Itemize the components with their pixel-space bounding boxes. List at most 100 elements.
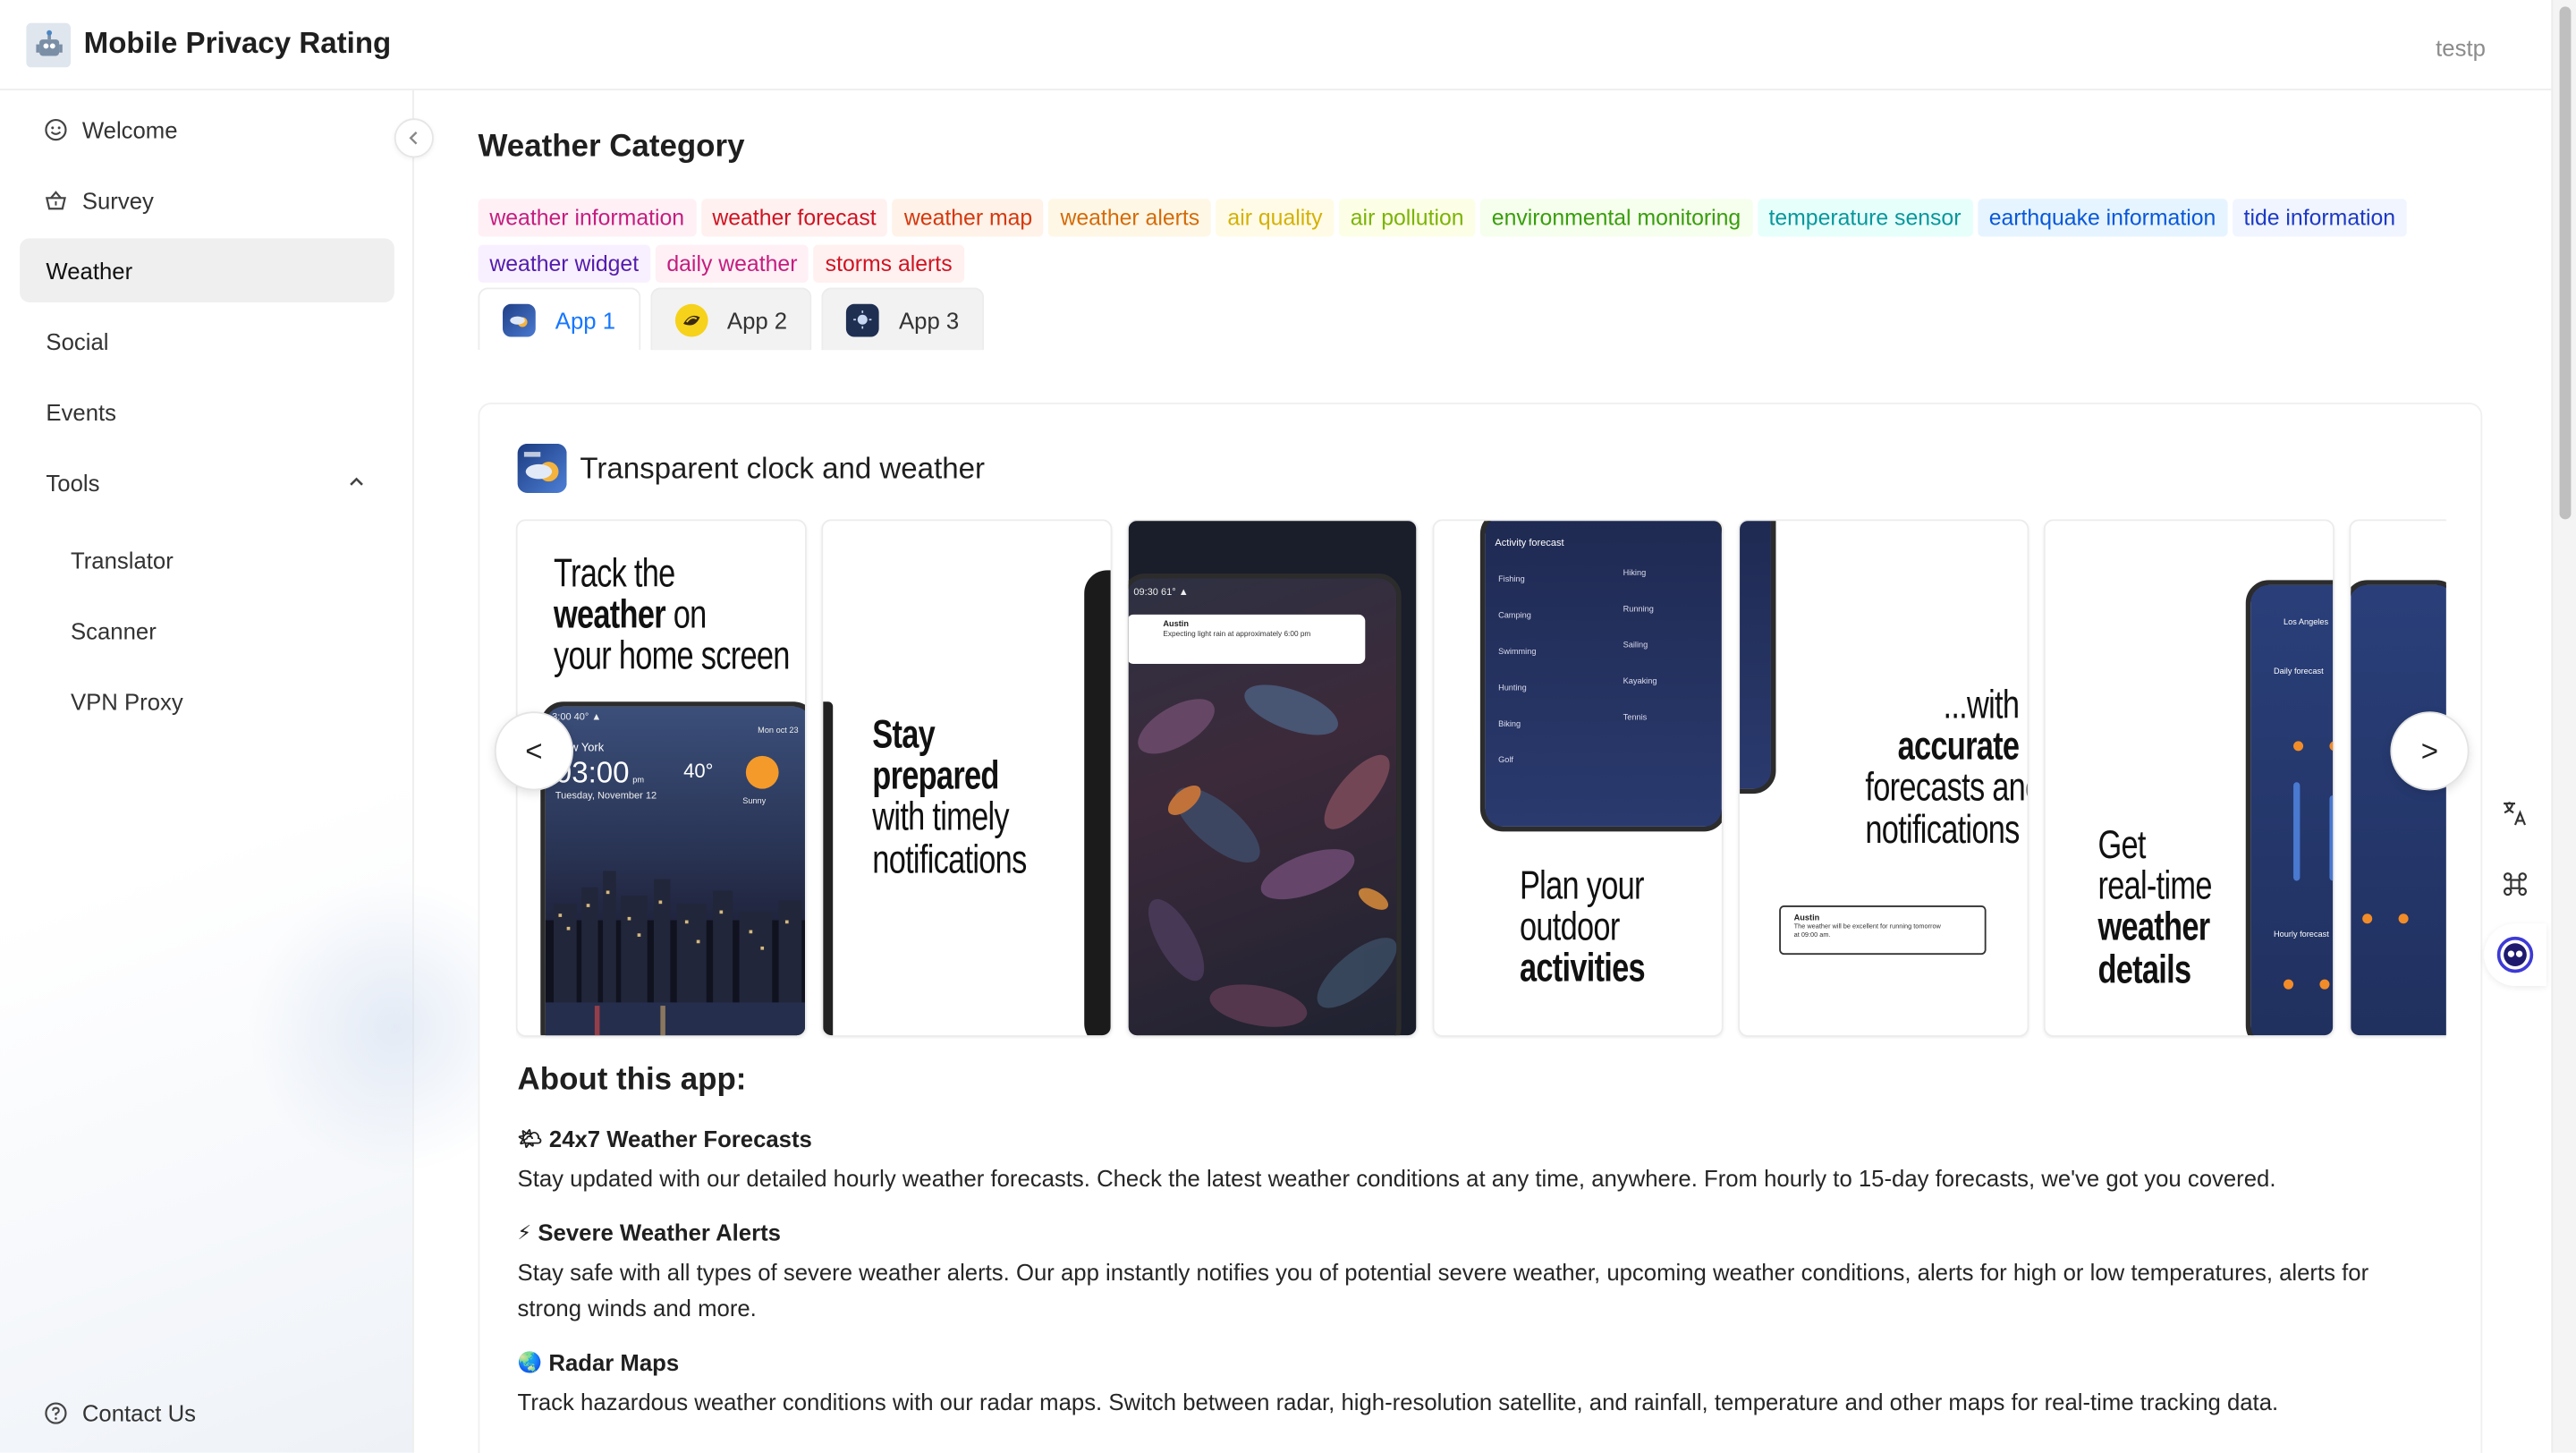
category-tag[interactable]: weather information <box>478 199 696 237</box>
category-tag[interactable]: weather widget <box>478 244 650 283</box>
category-tag[interactable]: environmental monitoring <box>1479 199 1753 237</box>
phone-mockup: 09:30 61° ▲ Austin Expecting light rain … <box>1128 574 1402 1036</box>
app-logo-icon[interactable] <box>26 22 71 68</box>
screenshot-4[interactable]: Activity forecast Fishing Camping Swimmi… <box>1432 519 1724 1037</box>
caption-line: real-time <box>2097 864 2212 910</box>
category-tag[interactable]: air quality <box>1216 199 1335 237</box>
tab-app-1[interactable]: App 1 <box>478 287 640 351</box>
user-name[interactable]: testp <box>2436 35 2486 61</box>
category-tag[interactable]: air pollution <box>1338 199 1476 237</box>
phone-mockup <box>2351 580 2446 1036</box>
feature-description: Stay safe with all types of severe weath… <box>517 1258 2369 1321</box>
forecast-dot <box>2319 979 2330 990</box>
feature-description: Track hazardous weather conditions with … <box>517 1389 2279 1415</box>
city-skyline-icon <box>545 871 805 1036</box>
category-tag[interactable]: earthquake information <box>1977 199 2228 237</box>
caption-line: notifications <box>872 837 1027 882</box>
phone-status-right: Mon oct 23 <box>758 726 799 736</box>
carousel-prev-button[interactable]: < <box>494 711 574 791</box>
activity-list-left: Fishing Camping Swimming Hunting Biking … <box>1498 574 1537 766</box>
sidebar-item-weather[interactable]: Weather <box>20 238 394 302</box>
notification-card: Austin The weather will be excellent for… <box>1779 905 1987 956</box>
category-tag[interactable]: tide information <box>2232 199 2407 237</box>
command-icon <box>2503 872 2528 896</box>
screenshot-caption: Plan your outdoor activities <box>1520 866 1681 990</box>
category-tag[interactable]: daily weather <box>655 244 809 283</box>
tab-label: App 2 <box>726 306 788 333</box>
sidebar-item-label: Scanner <box>70 616 157 644</box>
phone-temp: 40° <box>683 759 714 783</box>
forecast-dot <box>2398 913 2409 924</box>
caption-line: weather <box>2097 905 2210 951</box>
feature-title: Radar Maps <box>548 1348 680 1376</box>
category-tag[interactable]: temperature sensor <box>1757 199 1973 237</box>
feature-item: 🌤 24x7 Weather Forecasts Stay updated wit… <box>518 1126 2407 1196</box>
sidebar-item-vpn-proxy[interactable]: VPN Proxy <box>20 669 394 734</box>
category-tag[interactable]: weather forecast <box>700 199 888 237</box>
sidebar-item-events[interactable]: Events <box>20 379 394 444</box>
lightning-icon: ⚡ <box>517 1220 532 1245</box>
phone-status: 09:30 61° ▲ <box>1133 588 1189 599</box>
phone-edge <box>1740 521 1776 794</box>
page-scrollbar[interactable] <box>2551 0 2576 1453</box>
feature-title: 24x7 Weather Forecasts <box>548 1126 812 1152</box>
screenshot-6[interactable]: Get real-time weather details Los Angele… <box>2043 519 2334 1037</box>
phone-mockup: Los Angeles Daily forecast Hourly foreca… <box>2245 580 2334 1036</box>
chevron-left-icon <box>409 132 418 145</box>
sidebar-item-label: Survey <box>81 186 154 213</box>
sidebar-item-translator[interactable]: Translator <box>20 528 394 592</box>
sidebar-item-label: Events <box>46 398 117 425</box>
screenshot-5[interactable]: ...with accurate forecasts and notificat… <box>1738 519 2029 1037</box>
shortcut-button[interactable] <box>2484 853 2546 916</box>
notification-card: Austin Expecting light rain at approxima… <box>1128 614 1366 665</box>
caption-line: accurate <box>1897 725 2020 769</box>
phone-edge <box>823 701 834 1036</box>
top-header: Mobile Privacy Rating testp <box>0 0 2552 91</box>
smile-icon <box>45 117 68 140</box>
carousel-next-button[interactable]: > <box>2390 711 2470 791</box>
translate-button[interactable] <box>2484 782 2546 845</box>
sidebar-item-survey[interactable]: Survey <box>20 167 394 232</box>
notification-city: Austin <box>1163 619 1189 630</box>
notification-text: Expecting light rain at approximately 6:… <box>1163 629 1311 638</box>
assistant-button[interactable] <box>2484 923 2546 987</box>
caption-line: Get <box>2097 823 2146 868</box>
forecast-dot <box>2362 913 2373 924</box>
tab-app-3[interactable]: App 3 <box>821 287 984 351</box>
sidebar-item-label: Translator <box>70 546 174 574</box>
caption-line: details <box>2097 947 2191 992</box>
category-tag[interactable]: storms alerts <box>813 244 964 283</box>
sidebar-item-welcome[interactable]: Welcome <box>20 97 394 161</box>
caption-line: with timely <box>872 795 1009 841</box>
tab-label: App 1 <box>555 306 616 333</box>
sidebar-collapse-button[interactable] <box>394 118 434 158</box>
temperature-bar <box>2293 782 2301 881</box>
phone-edge <box>1084 570 1111 1036</box>
sidebar-item-social[interactable]: Social <box>20 309 394 373</box>
question-circle-icon <box>45 1402 68 1425</box>
app-name: Transparent clock and weather <box>580 451 986 484</box>
app-3-icon <box>846 302 879 336</box>
about-title: About this app: <box>517 1063 747 1098</box>
contact-us-link[interactable]: Contact Us <box>20 1381 394 1446</box>
scrollbar-thumb[interactable] <box>2559 6 2572 520</box>
daily-forecast-label: Daily forecast <box>2273 667 2324 677</box>
sidebar-item-scanner[interactable]: Scanner <box>20 599 394 663</box>
notification-text: The weather will be excellent for runnin… <box>1793 922 1941 939</box>
screenshot-2[interactable]: Stay prepared with timely notifications <box>821 519 1113 1037</box>
caption-line: ...with <box>1943 684 2021 728</box>
caption-line: forecasts and <box>1865 766 2029 811</box>
feature-item: 🌏 Radar Maps Track hazardous weather cond… <box>518 1349 2407 1420</box>
app-1-icon <box>503 302 536 336</box>
caption-line: Track the <box>553 552 675 597</box>
caption-line: Stay <box>872 713 936 758</box>
category-tag[interactable]: weather alerts <box>1048 199 1212 237</box>
tab-app-2[interactable]: App 2 <box>649 287 812 351</box>
sidebar-item-tools[interactable]: Tools <box>20 450 394 514</box>
sidebar-item-label: Tools <box>46 469 100 496</box>
feature-description: Stay updated with our detailed hourly we… <box>517 1165 2276 1192</box>
screenshot-carousel: Track the weather on your home screen 3:… <box>515 519 2446 1038</box>
category-tag[interactable]: weather map <box>893 199 1045 237</box>
app-2-icon <box>674 302 708 336</box>
screenshot-3[interactable]: 09:30 61° ▲ Austin Expecting light rain … <box>1126 519 1419 1037</box>
